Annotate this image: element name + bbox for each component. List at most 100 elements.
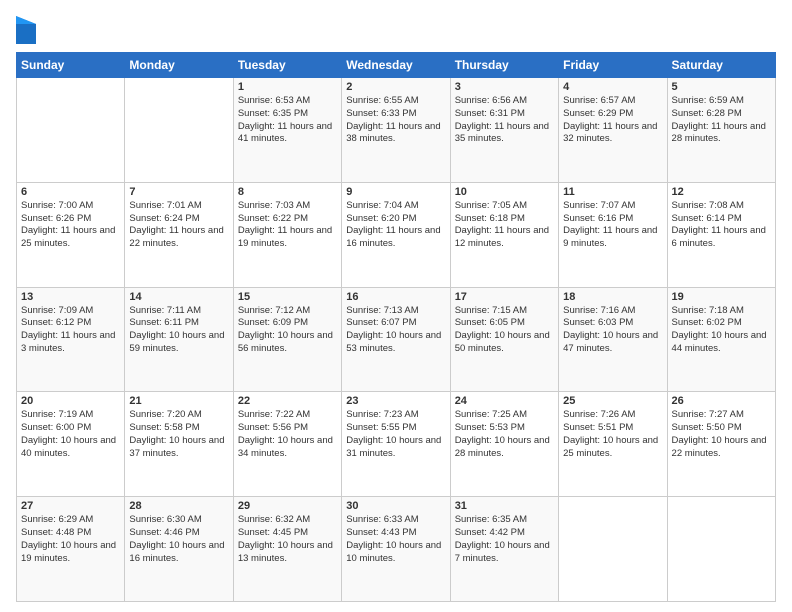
day-info: Sunrise: 6:59 AMSunset: 6:28 PMDaylight:… [672,95,771,146]
day-number: 8 [238,186,337,198]
day-number: 23 [346,395,445,407]
day-number: 26 [672,395,771,407]
day-number: 1 [238,81,337,93]
day-number: 2 [346,81,445,93]
calendar-cell: 10 Sunrise: 7:05 AMSunset: 6:18 PMDayligh… [450,182,558,287]
day-number: 6 [21,186,120,198]
calendar-cell: 8 Sunrise: 7:03 AMSunset: 6:22 PMDaylight… [233,182,341,287]
day-number: 21 [129,395,228,407]
day-info: Sunrise: 6:30 AMSunset: 4:46 PMDaylight:… [129,514,228,565]
day-info: Sunrise: 7:19 AMSunset: 6:00 PMDaylight:… [21,409,120,460]
weekday-thursday: Thursday [450,53,558,78]
day-info: Sunrise: 7:00 AMSunset: 6:26 PMDaylight:… [21,200,120,251]
day-number: 24 [455,395,554,407]
calendar-cell: 30Sunrise: 6:33 AMSunset: 4:43 PMDayligh… [342,497,450,602]
logo-icon [16,16,36,44]
day-number: 12 [672,186,771,198]
day-number: 20 [21,395,120,407]
day-number: 7 [129,186,228,198]
day-number: 17 [455,291,554,303]
calendar-cell: 11 Sunrise: 7:07 AMSunset: 6:16 PMDayligh… [559,182,667,287]
day-number: 18 [563,291,662,303]
weekday-monday: Monday [125,53,233,78]
day-number: 22 [238,395,337,407]
day-number: 27 [21,500,120,512]
calendar-cell: 16 Sunrise: 7:13 AMSunset: 6:07 PMDayligh… [342,287,450,392]
day-info: Sunrise: 7:20 AMSunset: 5:58 PMDaylight:… [129,409,228,460]
calendar-cell: 18 Sunrise: 7:16 AMSunset: 6:03 PMDayligh… [559,287,667,392]
calendar-cell: 26 Sunrise: 7:27 AMSunset: 5:50 PMDayligh… [667,392,775,497]
calendar-cell: 22 Sunrise: 7:22 AMSunset: 5:56 PMDayligh… [233,392,341,497]
day-info: Sunrise: 7:05 AMSunset: 6:18 PMDaylight:… [455,200,554,251]
day-number: 4 [563,81,662,93]
day-info: Sunrise: 6:35 AMSunset: 4:42 PMDaylight:… [455,514,554,565]
day-number: 16 [346,291,445,303]
day-info: Sunrise: 7:13 AMSunset: 6:07 PMDaylight:… [346,305,445,356]
calendar-cell: 13 Sunrise: 7:09 AMSunset: 6:12 PMDayligh… [17,287,125,392]
calendar-cell: 15Sunrise: 7:12 AMSunset: 6:09 PMDayligh… [233,287,341,392]
weekday-friday: Friday [559,53,667,78]
day-number: 14 [129,291,228,303]
day-info: Sunrise: 6:53 AMSunset: 6:35 PMDaylight:… [238,95,337,146]
day-info: Sunrise: 7:11 AMSunset: 6:11 PMDaylight:… [129,305,228,356]
day-number: 31 [455,500,554,512]
day-number: 15 [238,291,337,303]
weekday-header-row: SundayMondayTuesdayWednesdayThursdayFrid… [17,53,776,78]
day-info: Sunrise: 6:29 AMSunset: 4:48 PMDaylight:… [21,514,120,565]
weekday-wednesday: Wednesday [342,53,450,78]
calendar-cell [17,78,125,183]
day-number: 29 [238,500,337,512]
calendar-cell: 3 Sunrise: 6:56 AMSunset: 6:31 PMDaylight… [450,78,558,183]
day-number: 13 [21,291,120,303]
day-info: Sunrise: 6:57 AMSunset: 6:29 PMDaylight:… [563,95,662,146]
calendar-cell: 20 Sunrise: 7:19 AMSunset: 6:00 PMDayligh… [17,392,125,497]
day-info: Sunrise: 7:03 AMSunset: 6:22 PMDaylight:… [238,200,337,251]
calendar-cell: 7 Sunrise: 7:01 AMSunset: 6:24 PMDaylight… [125,182,233,287]
weekday-tuesday: Tuesday [233,53,341,78]
day-number: 9 [346,186,445,198]
calendar-cell [667,497,775,602]
calendar-cell: 17 Sunrise: 7:15 AMSunset: 6:05 PMDayligh… [450,287,558,392]
day-number: 3 [455,81,554,93]
day-info: Sunrise: 7:09 AMSunset: 6:12 PMDaylight:… [21,305,120,356]
day-info: Sunrise: 7:22 AMSunset: 5:56 PMDaylight:… [238,409,337,460]
day-info: Sunrise: 6:56 AMSunset: 6:31 PMDaylight:… [455,95,554,146]
logo [16,16,40,44]
day-number: 28 [129,500,228,512]
day-info: Sunrise: 7:26 AMSunset: 5:51 PMDaylight:… [563,409,662,460]
day-info: Sunrise: 6:55 AMSunset: 6:33 PMDaylight:… [346,95,445,146]
week-row-0: 1 Sunrise: 6:53 AMSunset: 6:35 PMDaylight… [17,78,776,183]
calendar-cell: 23Sunrise: 7:23 AMSunset: 5:55 PMDayligh… [342,392,450,497]
day-info: Sunrise: 7:01 AMSunset: 6:24 PMDaylight:… [129,200,228,251]
weekday-saturday: Saturday [667,53,775,78]
weekday-sunday: Sunday [17,53,125,78]
calendar-cell [559,497,667,602]
day-info: Sunrise: 7:08 AMSunset: 6:14 PMDaylight:… [672,200,771,251]
calendar-cell: 2 Sunrise: 6:55 AMSunset: 6:33 PMDaylight… [342,78,450,183]
calendar-cell: 27 Sunrise: 6:29 AMSunset: 4:48 PMDayligh… [17,497,125,602]
day-info: Sunrise: 7:15 AMSunset: 6:05 PMDaylight:… [455,305,554,356]
day-info: Sunrise: 6:33 AMSunset: 4:43 PMDaylight:… [346,514,445,565]
calendar-cell: 24 Sunrise: 7:25 AMSunset: 5:53 PMDayligh… [450,392,558,497]
week-row-1: 6 Sunrise: 7:00 AMSunset: 6:26 PMDaylight… [17,182,776,287]
calendar-cell: 25 Sunrise: 7:26 AMSunset: 5:51 PMDayligh… [559,392,667,497]
day-info: Sunrise: 7:25 AMSunset: 5:53 PMDaylight:… [455,409,554,460]
calendar-cell: 5 Sunrise: 6:59 AMSunset: 6:28 PMDaylight… [667,78,775,183]
day-info: Sunrise: 7:27 AMSunset: 5:50 PMDaylight:… [672,409,771,460]
calendar: SundayMondayTuesdayWednesdayThursdayFrid… [16,52,776,602]
day-number: 11 [563,186,662,198]
calendar-cell: 19Sunrise: 7:18 AMSunset: 6:02 PMDayligh… [667,287,775,392]
calendar-cell: 31 Sunrise: 6:35 AMSunset: 4:42 PMDayligh… [450,497,558,602]
day-number: 5 [672,81,771,93]
day-number: 10 [455,186,554,198]
calendar-cell: 9 Sunrise: 7:04 AMSunset: 6:20 PMDaylight… [342,182,450,287]
calendar-cell [125,78,233,183]
page: SundayMondayTuesdayWednesdayThursdayFrid… [0,0,792,612]
calendar-cell: 28 Sunrise: 6:30 AMSunset: 4:46 PMDayligh… [125,497,233,602]
day-number: 25 [563,395,662,407]
day-info: Sunrise: 7:16 AMSunset: 6:03 PMDaylight:… [563,305,662,356]
calendar-cell: 21 Sunrise: 7:20 AMSunset: 5:58 PMDayligh… [125,392,233,497]
day-info: Sunrise: 7:04 AMSunset: 6:20 PMDaylight:… [346,200,445,251]
day-info: Sunrise: 7:07 AMSunset: 6:16 PMDaylight:… [563,200,662,251]
calendar-cell: 12 Sunrise: 7:08 AMSunset: 6:14 PMDayligh… [667,182,775,287]
